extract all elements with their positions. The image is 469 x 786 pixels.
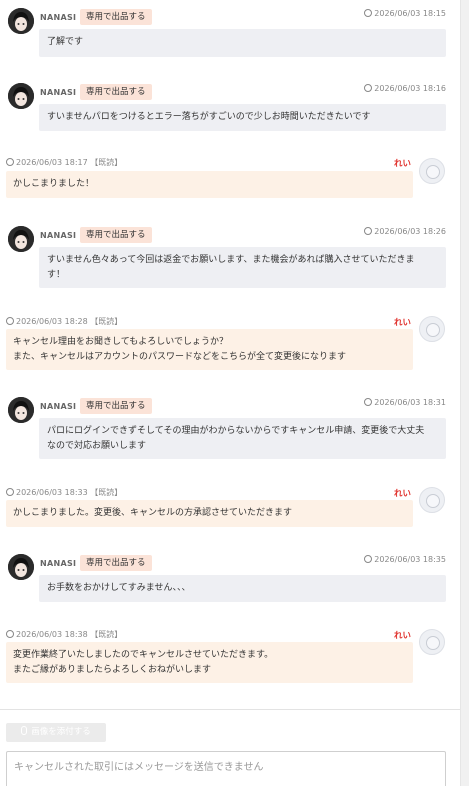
read-status: 【既読】 bbox=[90, 158, 123, 167]
buyer-name[interactable]: NANASI bbox=[40, 13, 76, 22]
message-timestamp: 2026/06/03 18:33 【既読】 bbox=[6, 487, 122, 498]
clock-icon bbox=[6, 317, 14, 325]
composer-divider bbox=[0, 709, 460, 710]
clock-icon bbox=[6, 158, 14, 166]
listing-badge: 専用で出品する bbox=[80, 84, 152, 100]
buyer-name[interactable]: NANASI bbox=[40, 88, 76, 97]
buyer-avatar[interactable] bbox=[8, 226, 34, 252]
attach-image-button[interactable]: 画像を添付する bbox=[6, 723, 106, 742]
scrollbar-track bbox=[460, 0, 461, 786]
message-bubble: 了解です bbox=[39, 29, 446, 57]
clock-icon bbox=[364, 9, 373, 17]
message-bubble: お手数をおかけしてすみません、、、 bbox=[39, 575, 446, 602]
read-status: 【既読】 bbox=[90, 488, 123, 497]
clock-icon bbox=[364, 555, 373, 563]
clock-icon bbox=[6, 488, 14, 496]
seller-name[interactable]: れい bbox=[394, 157, 411, 169]
clock-icon bbox=[364, 227, 373, 235]
message-bubble: かしこまりました！ bbox=[6, 171, 413, 198]
clock-icon bbox=[364, 398, 373, 406]
message-bubble: すいません色々あって今回は返金でお願いします、また機会があれば購入させていただき… bbox=[39, 247, 446, 288]
message-timestamp: 2026/06/03 18:28 【既読】 bbox=[6, 316, 122, 327]
buyer-avatar[interactable] bbox=[8, 397, 34, 423]
message-timestamp: 2026/06/03 18:17 【既読】 bbox=[6, 157, 122, 168]
message-bubble: かしこまりました。変更後、キャンセルの方承認させていただきます bbox=[6, 500, 413, 527]
message-bubble: 変更作業終了いたしましたのでキャンセルさせていただきます。 またご縁がありました… bbox=[6, 642, 413, 683]
buyer-name[interactable]: NANASI bbox=[40, 402, 76, 411]
buyer-name[interactable]: NANASI bbox=[40, 231, 76, 240]
seller-avatar[interactable] bbox=[419, 629, 445, 655]
seller-avatar[interactable] bbox=[419, 487, 445, 513]
message-input[interactable] bbox=[6, 751, 446, 786]
message-bubble: パロにログインできずそしてその理由がわからないからですキャンセル申請、変更後で大… bbox=[39, 418, 446, 459]
buyer-name[interactable]: NANASI bbox=[40, 559, 76, 568]
buyer-avatar[interactable] bbox=[8, 8, 34, 34]
paperclip-icon bbox=[21, 726, 28, 735]
message-timestamp: 2026/06/03 18:16 bbox=[364, 84, 446, 93]
seller-avatar[interactable] bbox=[419, 158, 445, 184]
read-status: 【既読】 bbox=[90, 630, 123, 639]
buyer-avatar[interactable] bbox=[8, 554, 34, 580]
seller-avatar[interactable] bbox=[419, 316, 445, 342]
message-bubble: すいませんパロをつけるとエラー落ちがすごいので少しお時間いただきたいです bbox=[39, 104, 446, 131]
seller-name[interactable]: れい bbox=[394, 316, 411, 328]
clock-icon bbox=[6, 630, 14, 638]
scrollbar[interactable] bbox=[460, 0, 469, 786]
message-timestamp: 2026/06/03 18:38 【既読】 bbox=[6, 629, 122, 640]
attach-image-label: 画像を添付する bbox=[31, 727, 91, 737]
listing-badge: 専用で出品する bbox=[80, 227, 152, 243]
listing-badge: 専用で出品する bbox=[80, 9, 152, 25]
seller-name[interactable]: れい bbox=[394, 629, 411, 641]
buyer-avatar[interactable] bbox=[8, 83, 34, 109]
read-status: 【既読】 bbox=[90, 317, 123, 326]
listing-badge: 専用で出品する bbox=[80, 555, 152, 571]
message-timestamp: 2026/06/03 18:35 bbox=[364, 555, 446, 564]
message-timestamp: 2026/06/03 18:15 bbox=[364, 9, 446, 18]
message-timestamp: 2026/06/03 18:31 bbox=[364, 398, 446, 407]
listing-badge: 専用で出品する bbox=[80, 398, 152, 414]
seller-name[interactable]: れい bbox=[394, 487, 411, 499]
clock-icon bbox=[364, 84, 373, 92]
message-timestamp: 2026/06/03 18:26 bbox=[364, 227, 446, 236]
message-bubble: キャンセル理由をお聞きしてもよろしいでしょうか？ また、キャンセルはアカウントの… bbox=[6, 329, 413, 370]
